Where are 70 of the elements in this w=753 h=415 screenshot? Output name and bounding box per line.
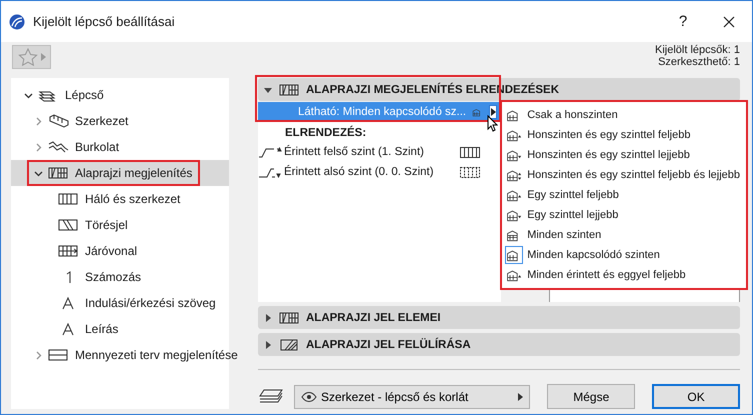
level-up-icon — [506, 128, 522, 142]
section-title: ALAPRAJZI JEL ELEMEI — [306, 312, 441, 324]
star-icon — [18, 48, 38, 66]
override-icon — [278, 338, 300, 352]
level-up-down-icon — [506, 168, 522, 182]
lower-stair-icon — [258, 166, 282, 178]
selection-count: Kijelölt lépcsők: 1 — [655, 44, 740, 56]
chevron-right-icon[interactable] — [34, 350, 42, 360]
tree-item-label[interactable]: Háló és szerkezet — [85, 192, 180, 206]
menu-item[interactable]: Csak a honszinten — [505, 105, 740, 125]
cancel-button[interactable]: Mégse — [547, 384, 636, 409]
app-logo-icon — [9, 14, 25, 30]
menu-item[interactable]: Minden szinten — [505, 225, 740, 245]
chevron-right-icon[interactable] — [34, 116, 42, 126]
close-icon[interactable] — [723, 16, 735, 28]
caret-icon — [40, 53, 46, 61]
level-down-icon — [506, 148, 522, 162]
grid-icon — [57, 192, 79, 206]
mouse-cursor-icon — [487, 115, 498, 132]
upper-stair-icon — [258, 146, 282, 158]
window-title: Kijelölt lépcső beállításai — [33, 14, 176, 29]
tree-item-label[interactable]: Burkolat — [75, 140, 120, 154]
tree-item-label[interactable]: Indulási/érkezési szöveg — [85, 296, 216, 310]
layout-row-label[interactable]: Érintett alsó szint (0. 0. Szint) — [284, 166, 460, 178]
layers-icon — [258, 388, 284, 406]
eye-icon — [300, 392, 317, 402]
menu-item[interactable]: Egy szinttel lejjebb — [505, 205, 740, 225]
section-header[interactable]: ALAPRAJZI JEL FELÜLÍRÁSA — [258, 333, 740, 356]
section-title: ALAPRAJZI JEL FELÜLÍRÁSA — [306, 338, 471, 351]
section-header[interactable]: ALAPRAJZI JEL ELEMEI — [258, 306, 740, 330]
stair-finish-icon — [47, 140, 69, 154]
tree-item-label[interactable]: Szerkezet — [75, 114, 128, 128]
grid-icon — [460, 146, 480, 158]
walkline-icon — [57, 244, 79, 258]
stair-structure-icon — [47, 114, 69, 128]
chevron-down-icon[interactable] — [24, 90, 32, 100]
tree-item-label[interactable]: Törésjel — [85, 218, 128, 232]
tree-item-label[interactable]: Lépcső — [65, 88, 104, 102]
menu-item[interactable]: Honszinten és egy szinttel lejjebb — [505, 145, 740, 165]
menu-item[interactable]: Egy szinttel feljebb — [505, 185, 740, 205]
level-up-icon — [506, 188, 522, 202]
caret-icon — [518, 392, 524, 400]
level-down-icon — [506, 208, 522, 222]
ceiling-plan-icon — [47, 348, 69, 362]
layout-row-label[interactable]: Érintett felső szint (1. Szint) — [284, 146, 460, 158]
selection-count: Szerkeszthető: 1 — [658, 56, 740, 68]
plan-icon — [47, 166, 69, 180]
menu-item[interactable]: Minden érintett és eggyel feljebb — [505, 265, 740, 285]
level-up-icon — [506, 268, 522, 282]
menu-item[interactable]: Honszinten és egy szinttel feljebb és lejjebb — [505, 165, 740, 185]
plan-icon — [278, 310, 300, 325]
help-button[interactable]: ? — [660, 13, 706, 30]
layer-combination-dropdown[interactable]: Szerkezet - lépcső és korlát — [294, 384, 530, 408]
caret-icon[interactable] — [490, 108, 496, 116]
plan-icon — [278, 82, 300, 96]
menu-arrow-button[interactable] — [489, 105, 497, 119]
tree-item-label[interactable]: Számozás — [85, 270, 142, 284]
number-icon — [66, 270, 70, 284]
tree-item-label[interactable]: Járóvonal — [85, 244, 138, 258]
tree-item-label[interactable]: Mennyezeti terv megjelenítése — [75, 348, 238, 362]
ok-button[interactable]: OK — [652, 384, 740, 409]
grid-icon — [460, 166, 480, 178]
chevron-down-icon[interactable] — [34, 168, 42, 178]
chevron-right-icon[interactable] — [34, 142, 42, 152]
menu-item[interactable]: Minden kapcsolódó szinten — [505, 245, 740, 265]
tree-item-label[interactable]: Alaprajzi megjelenítés — [75, 166, 192, 180]
tree-item-label[interactable]: Leírás — [85, 322, 118, 336]
layout-heading: ELRENDEZÉS: — [285, 127, 366, 139]
selected-row[interactable]: Alaprajzi megjelenítés — [11, 160, 229, 186]
menu-item[interactable]: Honszinten és egy szinttel feljebb — [505, 125, 740, 145]
